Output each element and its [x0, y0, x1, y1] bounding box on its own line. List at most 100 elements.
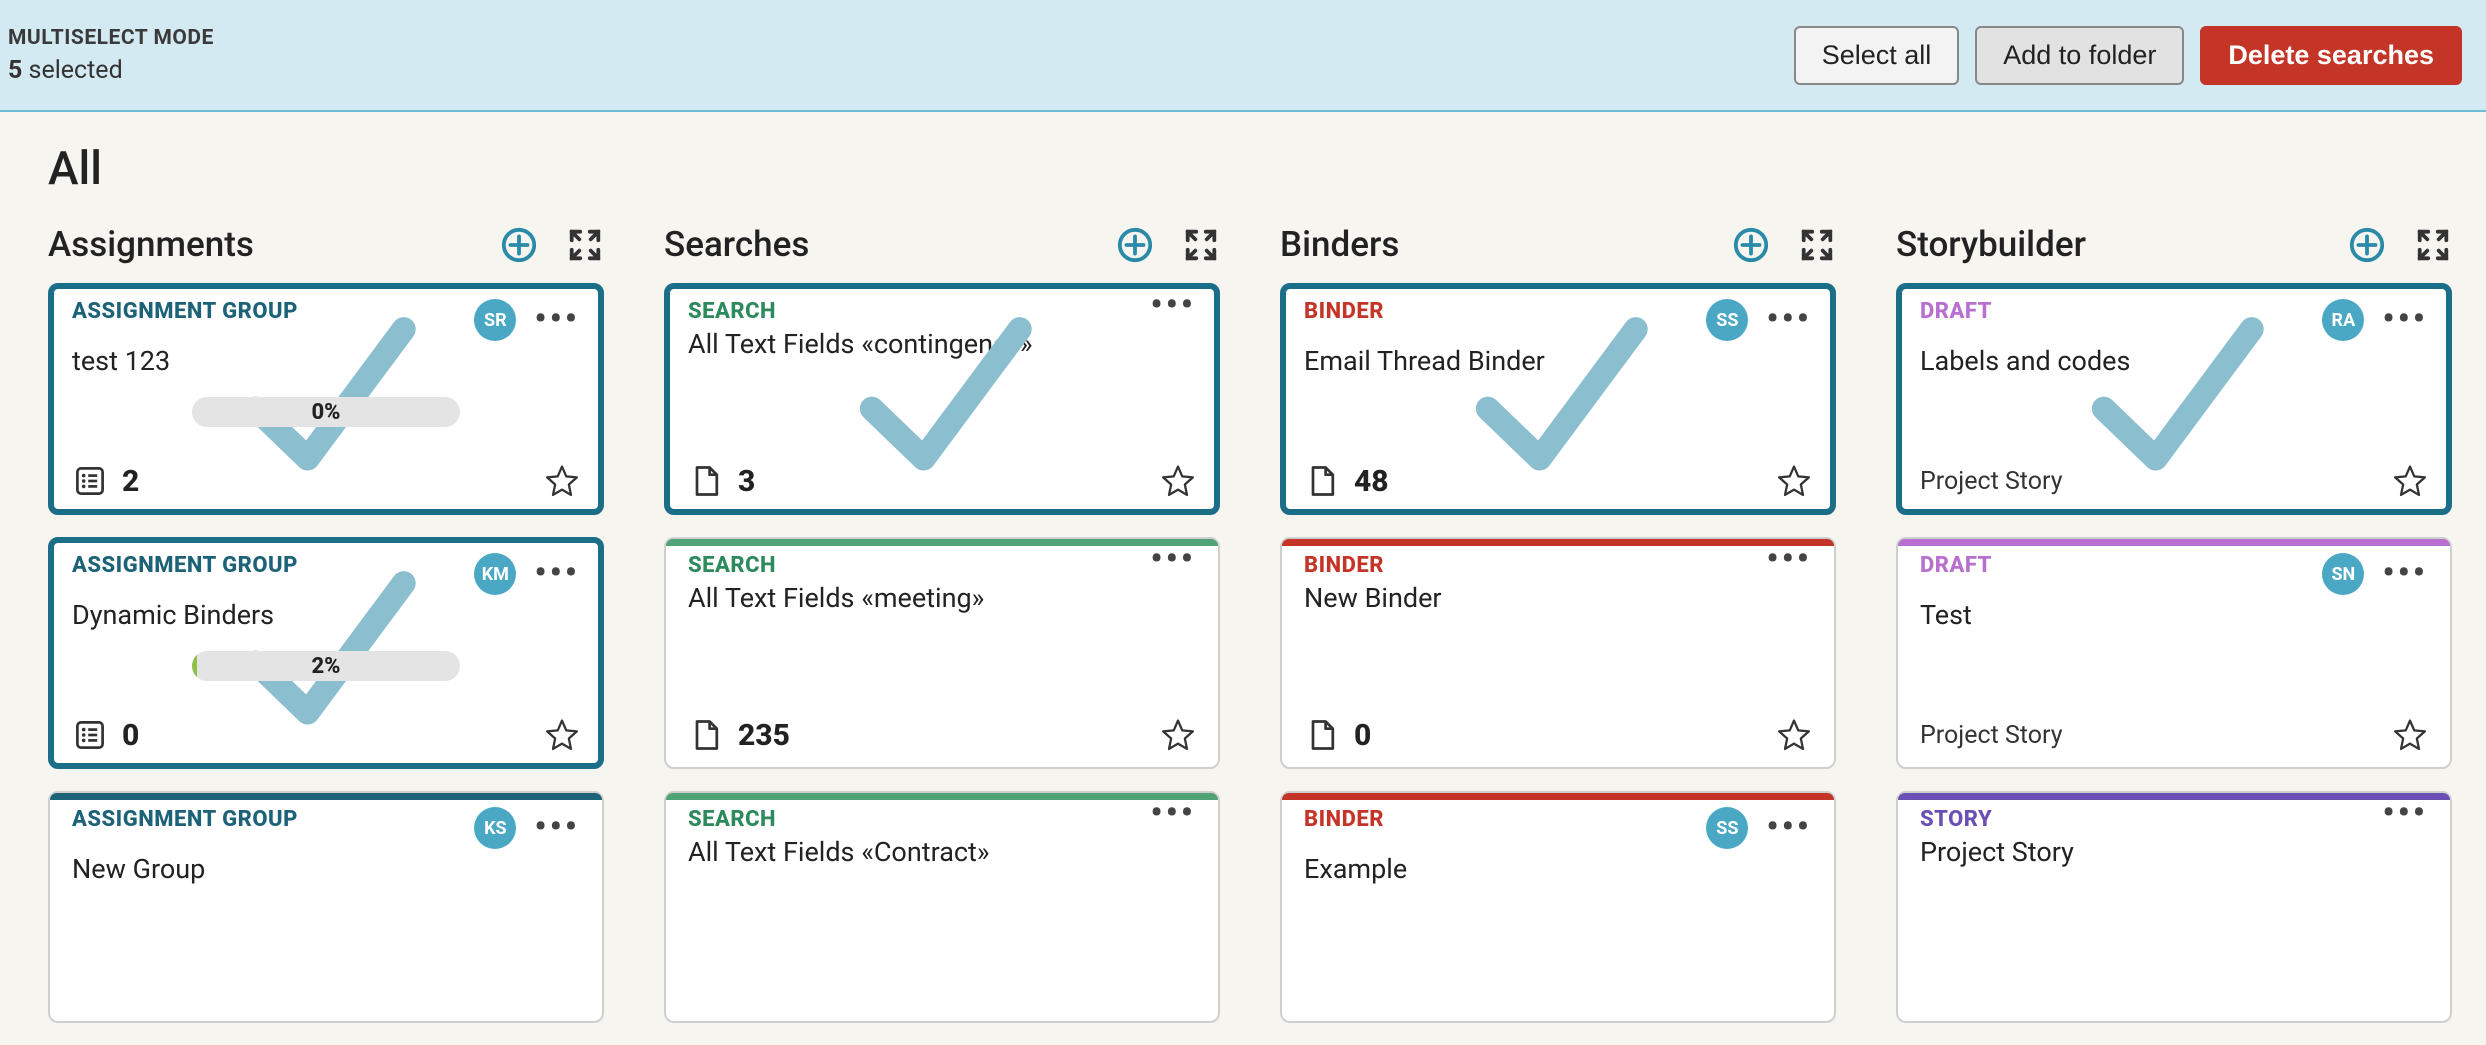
avatar[interactable]: SS [1706, 299, 1748, 341]
card-top: BINDER••• [1304, 553, 1812, 578]
expand-icon[interactable] [566, 226, 604, 264]
card-top: SEARCH••• [688, 299, 1196, 324]
card-top: ASSIGNMENT GROUP KM ••• [72, 553, 580, 595]
card-bottom: Project Story [1920, 717, 2428, 753]
more-menu-icon[interactable]: ••• [1150, 553, 1196, 567]
card-top: SEARCH••• [688, 553, 1196, 578]
more-menu-icon[interactable]: ••• [2382, 313, 2428, 327]
card[interactable]: ASSIGNMENT GROUPKM•••Dynamic Binders 2% … [48, 537, 604, 769]
card-title: All Text Fields «meeting» [688, 582, 1196, 614]
card-top-right: SR ••• [474, 299, 580, 341]
card-top-right: ••• [1150, 807, 1196, 821]
more-menu-icon[interactable]: ••• [534, 821, 580, 835]
card[interactable]: BINDERSS•••Email Thread Binder 48 [1280, 283, 1836, 515]
more-menu-icon[interactable]: ••• [2382, 807, 2428, 821]
delete-searches-button[interactable]: Delete searches [2200, 26, 2462, 85]
star-icon[interactable] [2392, 463, 2428, 499]
column-header: Storybuilder [1896, 224, 2452, 265]
card-type-label: ASSIGNMENT GROUP [72, 553, 298, 578]
card[interactable]: DRAFTSN•••TestProject Story [1896, 537, 2452, 769]
card-top: ASSIGNMENT GROUP SR ••• [72, 299, 580, 341]
expand-icon[interactable] [1182, 226, 1220, 264]
avatar[interactable]: SR [474, 299, 516, 341]
avatar[interactable]: SN [2322, 553, 2364, 595]
card-bottom: 2 [72, 463, 580, 499]
card[interactable]: SEARCH•••All Text Fields «Contract» [664, 791, 1220, 1023]
star-icon[interactable] [1160, 717, 1196, 753]
more-menu-icon[interactable]: ••• [1766, 821, 1812, 835]
card-bottom-left: Project Story [1920, 467, 2063, 496]
avatar[interactable]: RA [2322, 299, 2364, 341]
card-top-right: ••• [1766, 553, 1812, 567]
avatar[interactable]: KS [474, 807, 516, 849]
more-menu-icon[interactable]: ••• [534, 313, 580, 327]
card-count: 235 [738, 718, 790, 753]
card-top-right: RA ••• [2322, 299, 2428, 341]
card-title: All Text Fields «contingency» [688, 328, 1196, 360]
add-icon[interactable] [1116, 226, 1154, 264]
avatar[interactable]: SS [1706, 807, 1748, 849]
topbar-left: MULTISELECT MODE 5 selected [8, 26, 214, 85]
column-header: Binders [1280, 224, 1836, 265]
column-title: Searches [664, 224, 809, 265]
card[interactable]: ASSIGNMENT GROUPSR•••test 123 0% 2 [48, 283, 604, 515]
card[interactable]: SEARCH••• All Text Fields «contingency» 3 [664, 283, 1220, 515]
star-icon[interactable] [2392, 717, 2428, 753]
avatar[interactable]: KM [474, 553, 516, 595]
card-type-label: ASSIGNMENT GROUP [72, 807, 298, 832]
card-title: Labels and codes [1920, 345, 2428, 377]
selected-word: selected [29, 56, 123, 85]
card-top-right: SN ••• [2322, 553, 2428, 595]
more-menu-icon[interactable]: ••• [534, 567, 580, 581]
expand-icon[interactable] [2414, 226, 2452, 264]
card-bottom: 48 [1304, 463, 1812, 499]
card-stripe [666, 793, 1218, 800]
add-icon[interactable] [1732, 226, 1770, 264]
more-menu-icon[interactable]: ••• [1150, 299, 1196, 313]
card[interactable]: STORY•••Project Story [1896, 791, 2452, 1023]
card[interactable]: SEARCH••• All Text Fields «meeting» 235 [664, 537, 1220, 769]
doc-icon [1304, 463, 1340, 499]
more-menu-icon[interactable]: ••• [1766, 313, 1812, 327]
card-bottom: 3 [688, 463, 1196, 499]
card-top-right: SS ••• [1706, 299, 1812, 341]
card[interactable]: BINDER•••New Binder 0 [1280, 537, 1836, 769]
column-title: Storybuilder [1896, 224, 2086, 265]
card[interactable]: ASSIGNMENT GROUPKS•••New Group [48, 791, 604, 1023]
column-header: Assignments [48, 224, 604, 265]
more-menu-icon[interactable]: ••• [2382, 567, 2428, 581]
add-icon[interactable] [2348, 226, 2386, 264]
card-title: Dynamic Binders [72, 599, 580, 631]
add-to-folder-button[interactable]: Add to folder [1975, 26, 2184, 85]
star-icon[interactable] [544, 463, 580, 499]
card-top-right: ••• [1150, 553, 1196, 567]
card-bottom-left: 235 [688, 717, 790, 753]
card-stripe [1282, 793, 1834, 800]
card-top: BINDERSS••• [1304, 299, 1812, 341]
card-stripe [50, 793, 602, 800]
card[interactable]: DRAFTRA•••Labels and codesProject Story [1896, 283, 2452, 515]
column-binders: Binders BINDERSS•••Email Thread Binder 4… [1280, 224, 1836, 1045]
list-icon [72, 463, 108, 499]
star-icon[interactable] [1776, 717, 1812, 753]
star-icon[interactable] [544, 717, 580, 753]
card-type-label: ASSIGNMENT GROUP [72, 299, 298, 324]
star-icon[interactable] [1160, 463, 1196, 499]
columns-row: Assignments ASSIGNMENT GROUP SR ••• test 12… [48, 224, 2438, 1045]
card-bottom: 0 [1304, 717, 1812, 753]
card[interactable]: BINDERSS•••Example [1280, 791, 1836, 1023]
card-top: BINDERSS••• [1304, 807, 1812, 849]
expand-icon[interactable] [1798, 226, 1836, 264]
select-all-button[interactable]: Select all [1794, 26, 1960, 85]
column-header-icons [2348, 226, 2452, 264]
star-icon[interactable] [1776, 463, 1812, 499]
card-top: STORY••• [1920, 807, 2428, 832]
more-menu-icon[interactable]: ••• [1766, 553, 1812, 567]
topbar-actions: Select all Add to folder Delete searches [1794, 26, 2462, 85]
add-icon[interactable] [500, 226, 538, 264]
more-menu-icon[interactable]: ••• [1150, 807, 1196, 821]
column-title: Assignments [48, 224, 254, 265]
card-count: 0 [1354, 718, 1371, 753]
card-stripe [1282, 539, 1834, 546]
card-title: test 123 [72, 345, 580, 377]
